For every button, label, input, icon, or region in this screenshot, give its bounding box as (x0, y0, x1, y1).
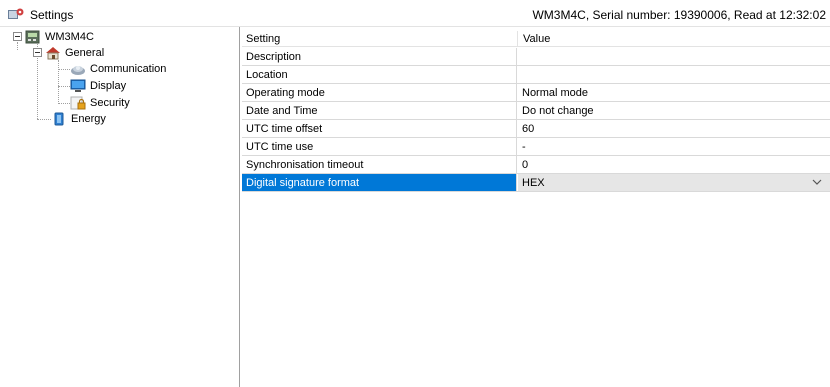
settings-app-icon (8, 8, 24, 19)
table-row[interactable]: UTC time use - (242, 138, 830, 156)
collapse-general-toggle[interactable] (33, 48, 42, 57)
tree-connector (58, 103, 70, 104)
collapse-root-toggle[interactable] (13, 32, 22, 41)
lock-icon (70, 96, 86, 110)
setting-name-cell: Location (242, 66, 517, 83)
setting-name-cell: Operating mode (242, 84, 517, 101)
setting-name-cell: Synchronisation timeout (242, 156, 517, 173)
battery-icon (54, 112, 64, 126)
tree-item-display[interactable]: Display (70, 78, 126, 94)
column-header-setting[interactable]: Setting (246, 33, 280, 45)
table-row[interactable]: Location (242, 66, 830, 84)
network-icon (71, 66, 85, 75)
table-row[interactable]: UTC time offset 60 (242, 120, 830, 138)
tree-item-general[interactable]: General (45, 45, 104, 61)
device-status-text: WM3M4C, Serial number: 19390006, Read at… (532, 8, 826, 22)
setting-name-cell: Digital signature format (242, 174, 517, 191)
table-row[interactable]: Description (242, 48, 830, 66)
house-icon (46, 47, 60, 60)
tree-item-label: Communication (90, 63, 167, 75)
window-title: Settings (30, 8, 74, 22)
setting-value-cell[interactable]: Do not change (518, 102, 830, 119)
tree-item-label: WM3M4C (45, 31, 94, 43)
setting-value-cell[interactable]: 60 (518, 120, 830, 137)
settings-tree[interactable]: WM3M4C General Communication Display Sec… (0, 27, 240, 387)
device-icon (25, 30, 40, 44)
tree-connector (58, 86, 70, 87)
setting-value-cell[interactable]: Normal mode (518, 84, 830, 101)
table-row-selected[interactable]: Digital signature format HEX (242, 174, 830, 192)
title-bar: Settings WM3M4C, Serial number: 19390006… (0, 0, 830, 27)
setting-name-cell: UTC time offset (242, 120, 517, 137)
table-row[interactable]: Operating mode Normal mode (242, 84, 830, 102)
tree-connector (17, 42, 18, 50)
tree-item-energy[interactable]: Energy (51, 111, 106, 127)
column-divider[interactable] (517, 31, 518, 47)
tree-connector (37, 119, 51, 120)
tree-connector (58, 60, 59, 104)
tree-item-label: Energy (71, 113, 106, 125)
table-row[interactable]: Date and Time Do not change (242, 102, 830, 120)
setting-name-cell: UTC time use (242, 138, 517, 155)
tree-item-wm3m4c[interactable]: WM3M4C (25, 29, 94, 45)
grid-header: Setting Value (242, 31, 830, 47)
tree-item-communication[interactable]: Communication (70, 61, 166, 77)
tree-item-label: Security (90, 97, 130, 109)
tree-connector (58, 69, 70, 70)
tree-item-security[interactable]: Security (70, 95, 130, 111)
tree-item-label: Display (90, 80, 127, 92)
table-row[interactable]: Synchronisation timeout 0 (242, 156, 830, 174)
settings-grid[interactable]: Setting Value Description Location Opera… (242, 31, 830, 387)
chevron-down-icon[interactable] (812, 177, 822, 187)
setting-value-cell[interactable] (518, 66, 830, 83)
monitor-icon (70, 79, 86, 92)
column-header-value[interactable]: Value (523, 33, 550, 45)
setting-name-cell: Description (242, 48, 517, 65)
tree-item-label: General (65, 47, 105, 59)
setting-value-cell[interactable]: - (518, 138, 830, 155)
setting-value-cell[interactable]: 0 (518, 156, 830, 173)
digital-signature-format-dropdown[interactable]: HEX (518, 174, 830, 191)
dropdown-selected-value: HEX (522, 177, 545, 189)
setting-name-cell: Date and Time (242, 102, 517, 119)
setting-value-cell[interactable] (518, 48, 830, 65)
